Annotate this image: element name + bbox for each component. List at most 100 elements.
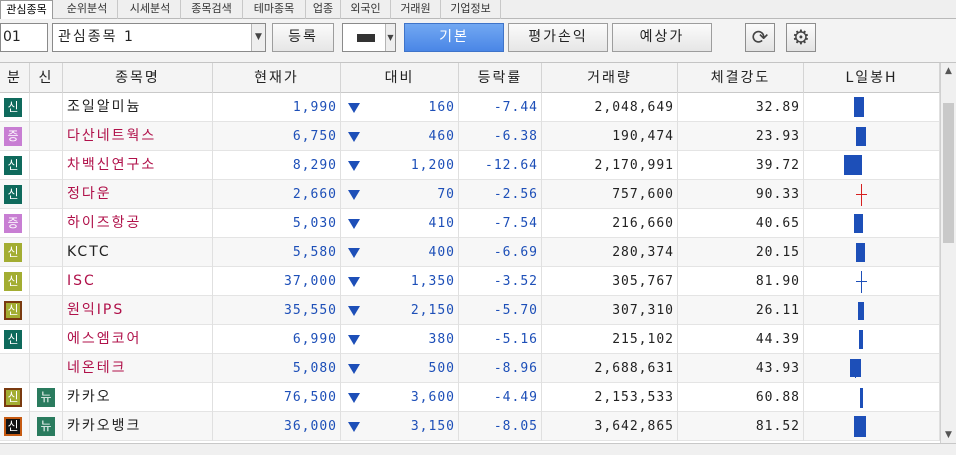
stock-name: ISC: [63, 267, 213, 296]
table-row[interactable]: 신 KCTC 5,580 400 -6.69 280,374 20.15: [0, 238, 940, 267]
credit-cell: 뉴: [30, 383, 63, 412]
tab-7[interactable]: 외국인: [341, 0, 391, 19]
tab-5[interactable]: 테마종목: [243, 0, 306, 19]
column-header-2[interactable]: 신: [30, 63, 63, 93]
current-price: 6,990: [213, 325, 341, 354]
tab-6[interactable]: 업종: [306, 0, 341, 19]
category-cell: 증: [0, 122, 30, 151]
credit-cell: [30, 325, 63, 354]
view-expected-button[interactable]: 예상가: [612, 23, 712, 52]
scroll-thumb[interactable]: [943, 103, 954, 243]
stock-name: 하이즈항공: [63, 209, 213, 238]
view-basic-button[interactable]: 기본: [404, 23, 504, 52]
table-row[interactable]: 증 하이즈항공 5,030 410 -7.54 216,660 40.65: [0, 209, 940, 238]
category-cell: 신: [0, 325, 30, 354]
trade-strength: 32.89: [678, 93, 804, 122]
stock-name: 카카오뱅크: [63, 412, 213, 441]
stock-name: 다산네트웍스: [63, 122, 213, 151]
table-row[interactable]: 신 뉴 카카오 76,500 3,600 -4.49 2,153,533 60.88: [0, 383, 940, 412]
column-header-9[interactable]: L일봉H: [804, 63, 940, 93]
current-price: 5,080: [213, 354, 341, 383]
change-rate: -12.64: [459, 151, 542, 180]
tab-4[interactable]: 종목검색: [181, 0, 243, 19]
daily-candle: [804, 122, 940, 151]
candlestick-icon: [832, 354, 904, 383]
change-rate: -8.05: [459, 412, 542, 441]
tab-8[interactable]: 거래원: [391, 0, 441, 19]
trade-volume: 3,642,865: [542, 412, 678, 441]
tab-9[interactable]: 기업정보: [441, 0, 501, 19]
current-price: 5,580: [213, 238, 341, 267]
category-badge: 신: [4, 156, 22, 175]
table-row[interactable]: 신 정다운 2,660 70 -2.56 757,600 90.33: [0, 180, 940, 209]
table-row[interactable]: 신 원익IPS 35,550 2,150 -5.70 307,310 26.11: [0, 296, 940, 325]
tab-2[interactable]: 순위분석: [57, 0, 118, 19]
table-row[interactable]: 신 조일알미늄 1,990 160 -7.44 2,048,649 32.89: [0, 93, 940, 122]
candlestick-icon: [832, 296, 904, 325]
trade-volume: 305,767: [542, 267, 678, 296]
candlestick-icon: [832, 93, 904, 122]
register-button[interactable]: 등록: [272, 23, 334, 52]
chevron-down-icon[interactable]: ▼: [385, 24, 395, 51]
down-arrow-icon: [348, 364, 360, 374]
column-header-1[interactable]: 분: [0, 63, 30, 93]
down-arrow-icon: [348, 248, 360, 258]
change-rate: -7.44: [459, 93, 542, 122]
category-badge: 신: [4, 185, 22, 204]
column-header-6[interactable]: 등락률: [459, 63, 542, 93]
credit-cell: [30, 209, 63, 238]
daily-candle: [804, 238, 940, 267]
column-header-5[interactable]: 대비: [341, 63, 459, 93]
down-arrow-icon: [348, 132, 360, 142]
column-header-3[interactable]: 종목명: [63, 63, 213, 93]
credit-cell: [30, 122, 63, 151]
trade-strength: 43.93: [678, 354, 804, 383]
trade-strength: 26.11: [678, 296, 804, 325]
current-price: 8,290: [213, 151, 341, 180]
change-rate: -6.69: [459, 238, 542, 267]
category-cell: 신: [0, 267, 30, 296]
watchlist-group-label: 관심종목 1: [58, 29, 135, 45]
category-cell: 신: [0, 383, 30, 412]
view-mode-select[interactable]: ▼: [342, 23, 396, 52]
chevron-down-icon[interactable]: ▼: [251, 24, 265, 51]
trade-strength: 40.65: [678, 209, 804, 238]
category-badge: 신: [4, 301, 22, 320]
vertical-scrollbar[interactable]: ▲ ▼: [940, 63, 956, 443]
table-row[interactable]: 네온테크 5,080 500 -8.96 2,688,631 43.93: [0, 354, 940, 383]
table-row[interactable]: 신 에스엠코어 6,990 380 -5.16 215,102 44.39: [0, 325, 940, 354]
credit-cell: [30, 296, 63, 325]
gear-icon[interactable]: ⚙: [786, 23, 816, 52]
tab-3[interactable]: 시세분석: [120, 0, 181, 19]
view-pnl-button[interactable]: 평가손익: [508, 23, 608, 52]
daily-candle: [804, 412, 940, 441]
watchlist-group-select[interactable]: 관심종목 1 ▼: [52, 23, 266, 52]
category-cell: 신: [0, 180, 30, 209]
column-header-4[interactable]: 현재가: [213, 63, 341, 93]
table-row[interactable]: 신 차백신연구소 8,290 1,200 -12.64 2,170,991 39.72: [0, 151, 940, 180]
down-arrow-icon: [348, 277, 360, 287]
trade-volume: 280,374: [542, 238, 678, 267]
trade-volume: 190,474: [542, 122, 678, 151]
scroll-down-icon[interactable]: ▼: [941, 427, 956, 443]
scroll-up-icon[interactable]: ▲: [941, 63, 956, 79]
stock-name: 카카오: [63, 383, 213, 412]
group-code-input[interactable]: 01: [0, 23, 48, 52]
category-badge: 신: [4, 388, 22, 407]
column-header-8[interactable]: 체결강도: [678, 63, 804, 93]
toolbar: 01 관심종목 1 ▼ 등록 ▼ 기본 평가손익 예상가 ⟳ ⚙: [0, 19, 956, 63]
daily-candle: [804, 354, 940, 383]
credit-cell: [30, 93, 63, 122]
column-header-7[interactable]: 거래량: [542, 63, 678, 93]
candlestick-icon: [832, 122, 904, 151]
change-rate: -7.54: [459, 209, 542, 238]
table-row[interactable]: 신 ISC 37,000 1,350 -3.52 305,767 81.90: [0, 267, 940, 296]
table-row[interactable]: 신 뉴 카카오뱅크 36,000 3,150 -8.05 3,642,865 81.52: [0, 412, 940, 441]
candlestick-icon: [832, 180, 904, 209]
down-arrow-icon: [348, 219, 360, 229]
refresh-icon[interactable]: ⟳: [745, 23, 775, 52]
candlestick-icon: [832, 325, 904, 354]
credit-badge: 뉴: [37, 417, 55, 436]
table-row[interactable]: 증 다산네트웍스 6,750 460 -6.38 190,474 23.93: [0, 122, 940, 151]
tab-1[interactable]: 관심종목: [0, 0, 53, 20]
